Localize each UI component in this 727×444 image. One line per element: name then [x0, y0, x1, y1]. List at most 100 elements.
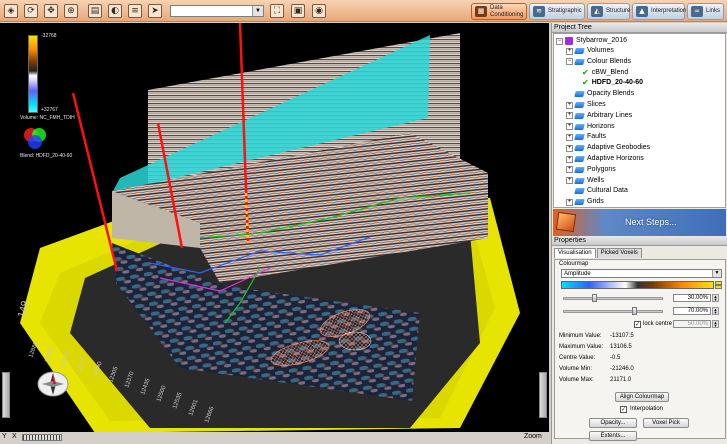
align-colourmap-button[interactable]: Align Colourmap — [615, 392, 669, 402]
spin-icon[interactable]: ▲ ▼ — [712, 307, 719, 315]
stat-label: Volume Min: — [559, 366, 593, 372]
stat-value: 21171.0 — [610, 377, 632, 383]
expand-icon[interactable]: + — [566, 133, 573, 141]
tree-root[interactable]: − Stybarrow_2016 — [556, 36, 627, 46]
expand-icon[interactable]: + — [566, 166, 573, 174]
pan-icon[interactable]: ✥ — [44, 4, 58, 18]
screenshot-icon[interactable]: ⛶ — [270, 4, 284, 18]
structure-icon: ◭ — [591, 6, 603, 17]
amplitude-colorbar — [28, 35, 38, 113]
interpolation-label: Interpolation — [630, 406, 664, 412]
layers-icon[interactable]: ≡ — [128, 4, 142, 18]
tree-item[interactable]: + Adaptive Geobodies — [566, 143, 650, 153]
x-axis-label: X — [12, 433, 17, 440]
visualisation-tab-body: Colourmap Amplitude ▼ 30.00% ▲ ▼ 70.00% ▲… — [554, 259, 726, 441]
expand-icon[interactable]: + — [566, 198, 573, 206]
viewport-vertical-slider-right[interactable] — [539, 372, 547, 418]
check-icon[interactable]: ✔ — [582, 68, 589, 78]
extents-button[interactable]: Extents... — [589, 431, 637, 441]
camera-icon[interactable]: ◉ — [312, 4, 326, 18]
tree-item[interactable]: + Adaptive Horizons — [566, 154, 644, 164]
tab-picked-voxels[interactable]: Picked Voxels — [596, 248, 642, 258]
workflow-links[interactable]: ∞ Links — [687, 3, 724, 20]
colourmap-label: Colourmap — [559, 261, 589, 267]
slider-upper-thumb[interactable] — [632, 307, 637, 315]
voxel-pick-button[interactable]: Voxel Pick — [643, 418, 689, 428]
check-icon[interactable]: ✔ — [582, 78, 589, 88]
tree-item[interactable]: ✔ cBW_Blend — [582, 68, 628, 78]
palette-icon[interactable]: ◐ — [108, 4, 122, 18]
application-window: ◈ ⟳ ✥ ⊕ ▤ ◐ ≡ ➤ ▼ ⛶ ▣ ◉ ▦ Data Conditioni… — [0, 0, 727, 444]
tree-item-label: Opacity Blends — [587, 90, 635, 98]
navigate-icon[interactable]: ➤ — [148, 4, 162, 18]
zoom-icon[interactable]: ⊕ — [64, 4, 78, 18]
tree-item-label: Faults — [587, 133, 607, 141]
expand-icon[interactable]: + — [566, 144, 573, 152]
y-axis-label: Y — [2, 433, 7, 440]
compass-icon[interactable] — [37, 368, 69, 400]
viewport-vertical-slider-left[interactable] — [2, 372, 10, 418]
opacity-button[interactable]: Opacity... — [589, 418, 637, 428]
3d-viewport[interactable]: 149 12880 12105 12170 12175 12240 12305 … — [0, 23, 549, 433]
interpolation-checkbox[interactable]: ✓ — [620, 406, 627, 413]
cube-icon — [555, 211, 577, 233]
workflow-interpretation[interactable]: ▲ Interpretation — [632, 3, 687, 20]
zoom-label: Zoom — [524, 433, 542, 440]
tree-item[interactable]: + Slices — [566, 100, 606, 110]
expand-icon[interactable]: + — [566, 112, 573, 120]
folder-icon — [574, 145, 585, 152]
lock-centre-checkbox[interactable]: ✓ — [634, 321, 641, 328]
view-select[interactable]: ▼ — [170, 5, 264, 17]
tree-item[interactable]: + Faults — [566, 132, 606, 142]
expand-icon[interactable]: + — [566, 123, 573, 131]
spin-icon[interactable]: ▲ ▼ — [712, 294, 719, 302]
x-slider[interactable] — [22, 434, 62, 441]
slider-lower[interactable] — [563, 294, 663, 302]
tree-item[interactable]: + Polygons — [566, 165, 616, 175]
tab-visualisation[interactable]: Visualisation — [554, 248, 596, 258]
folder-icon — [574, 156, 585, 162]
colour-swatch-bottom[interactable] — [715, 285, 722, 289]
tree-item[interactable]: + Grids — [566, 197, 604, 207]
data-conditioning-icon: ▦ — [475, 6, 487, 17]
folder-icon — [574, 112, 585, 119]
collapse-icon[interactable]: − — [566, 58, 573, 66]
tree-item[interactable]: ✔ HDFD_20-40-60 — [582, 78, 643, 88]
slider-lower-value[interactable]: 30.00% — [673, 294, 711, 302]
tree-item[interactable]: + Arbitrary Lines — [566, 111, 632, 121]
expand-icon[interactable]: + — [566, 155, 573, 163]
next-steps-banner[interactable]: Next Steps... — [553, 209, 726, 236]
slider-upper-value[interactable]: 70.00% — [673, 307, 711, 315]
collapse-icon[interactable]: − — [556, 37, 563, 45]
colourmap-select[interactable]: Amplitude ▼ — [561, 269, 722, 278]
slider-upper[interactable] — [563, 307, 663, 315]
view-3d-icon[interactable]: ◈ — [4, 4, 18, 18]
project-icon — [565, 37, 573, 45]
tree-item[interactable]: + Wells — [566, 176, 604, 186]
slider-lower-thumb[interactable] — [592, 294, 597, 302]
save-icon[interactable]: ▣ — [291, 4, 305, 18]
main-toolbar: ◈ ⟳ ✥ ⊕ ▤ ◐ ≡ ➤ ▼ ⛶ ▣ ◉ ▦ Data Conditioni… — [0, 0, 727, 22]
expand-icon[interactable]: + — [566, 47, 573, 55]
rotate-icon[interactable]: ⟳ — [24, 4, 38, 18]
blend-label: Blend: HDFD_20-40-60 — [20, 153, 73, 159]
tree-item[interactable]: Cultural Data — [566, 186, 628, 196]
tree-item[interactable]: + Horizons — [566, 122, 615, 132]
workflow-data-conditioning[interactable]: ▦ Data Conditioning — [471, 3, 527, 20]
lock-centre-value[interactable]: 50.00% — [673, 320, 711, 328]
folder-icon — [574, 123, 585, 130]
stat-label: Minimum Value: — [559, 333, 602, 339]
properties-tabs: Visualisation Picked Voxels — [554, 248, 727, 258]
workflow-stratigraphic[interactable]: ≋ Stratigraphic — [529, 3, 585, 20]
tree-item[interactable]: + Volumes — [566, 46, 614, 56]
workflow-structure[interactable]: ◭ Structure — [587, 3, 630, 20]
seismic-scene[interactable]: 149 12880 12105 12170 12175 12240 12305 … — [0, 23, 549, 433]
tree-item[interactable]: − Colour Blends — [566, 57, 631, 67]
workflow-label: Interpretation — [651, 8, 687, 15]
document-icon[interactable]: ▤ — [88, 4, 102, 18]
spin-icon[interactable]: ▲ ▼ — [712, 320, 719, 328]
expand-icon[interactable]: + — [566, 101, 573, 109]
expand-icon[interactable]: + — [566, 177, 573, 185]
tree-item[interactable]: Opacity Blends — [566, 89, 634, 99]
stat-value: -0.5 — [610, 355, 621, 361]
